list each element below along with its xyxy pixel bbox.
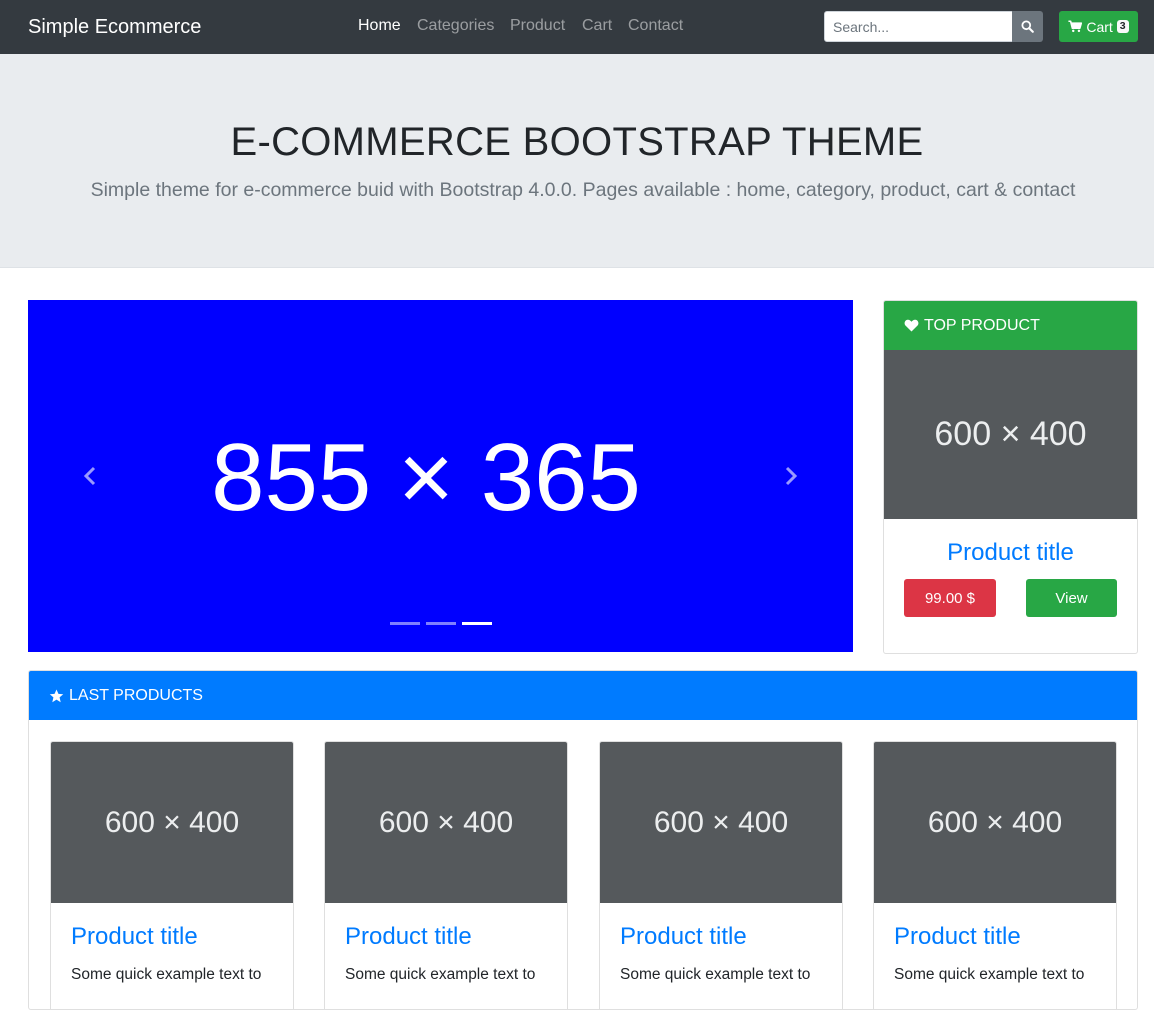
product-description: Some quick example text to — [620, 966, 811, 983]
top-product-header: TOP PRODUCT — [884, 301, 1137, 350]
star-icon — [49, 688, 64, 702]
carousel-indicator-1[interactable] — [390, 622, 420, 625]
product-image[interactable]: 600 × 400 — [874, 742, 1116, 903]
nav-categories[interactable]: Categories — [417, 16, 494, 36]
brand-logo[interactable]: Simple Ecommerce — [28, 15, 201, 39]
carousel-next-button[interactable] — [771, 456, 811, 496]
product-image[interactable]: 600 × 400 — [325, 742, 567, 903]
chevron-right-icon — [785, 466, 798, 486]
heart-icon — [904, 319, 919, 332]
nav-product[interactable]: Product — [510, 16, 565, 36]
top-product-view-button[interactable]: View — [1026, 579, 1117, 617]
carousel-slide-image: 855 × 365 — [211, 424, 641, 531]
cart-count-badge: 3 — [1116, 20, 1129, 33]
nav-home[interactable]: Home — [358, 16, 401, 36]
search-input[interactable] — [824, 11, 1013, 42]
product-description: Some quick example text to — [71, 966, 262, 983]
carousel-indicator-2[interactable] — [426, 622, 456, 625]
carousel-prev-button[interactable] — [70, 456, 110, 496]
product-image[interactable]: 600 × 400 — [600, 742, 842, 903]
top-product-price: 99.00 $ — [904, 579, 996, 617]
product-card: 600 × 400 Product title Some quick examp… — [324, 741, 568, 1009]
nav-cart[interactable]: Cart — [582, 16, 612, 36]
product-image[interactable]: 600 × 400 — [51, 742, 293, 903]
hero-title: E-COMMERCE BOOTSTRAP THEME — [230, 120, 924, 164]
product-title[interactable]: Product title — [71, 922, 198, 952]
top-product-title[interactable]: Product title — [884, 538, 1137, 568]
product-description: Some quick example text to — [894, 966, 1085, 983]
product-title[interactable]: Product title — [345, 922, 472, 952]
hero-subtitle: Simple theme for e-commerce buid with Bo… — [90, 179, 1076, 201]
chevron-left-icon — [83, 466, 96, 486]
cart-label: Cart — [1086, 18, 1113, 35]
product-title[interactable]: Product title — [620, 922, 747, 952]
cart-button[interactable]: Cart 3 — [1059, 11, 1138, 42]
carousel-indicator-3[interactable] — [462, 622, 492, 625]
hero-carousel: 855 × 365 — [28, 300, 853, 652]
shopping-cart-icon — [1068, 20, 1083, 33]
product-card: 600 × 400 Product title Some quick examp… — [873, 741, 1117, 1009]
navbar: Simple Ecommerce Home Categories Product… — [0, 0, 1154, 54]
hero-jumbotron: E-COMMERCE BOOTSTRAP THEME Simple theme … — [0, 54, 1154, 268]
product-card: 600 × 400 Product title Some quick examp… — [50, 741, 294, 1009]
top-product-heading: TOP PRODUCT — [924, 317, 1040, 334]
search-button[interactable] — [1012, 11, 1043, 42]
product-title[interactable]: Product title — [894, 922, 1021, 952]
product-description: Some quick example text to — [345, 966, 536, 983]
product-card: 600 × 400 Product title Some quick examp… — [599, 741, 843, 1009]
search-icon — [1021, 20, 1034, 33]
last-products-card: LAST PRODUCTS 600 × 400 Product title So… — [28, 670, 1138, 1010]
last-products-header: LAST PRODUCTS — [29, 671, 1137, 720]
nav-contact[interactable]: Contact — [628, 16, 683, 36]
top-product-card: TOP PRODUCT 600 × 400 Product title 99.0… — [883, 300, 1138, 654]
last-products-heading: LAST PRODUCTS — [69, 686, 203, 704]
top-product-image[interactable]: 600 × 400 — [884, 350, 1137, 519]
